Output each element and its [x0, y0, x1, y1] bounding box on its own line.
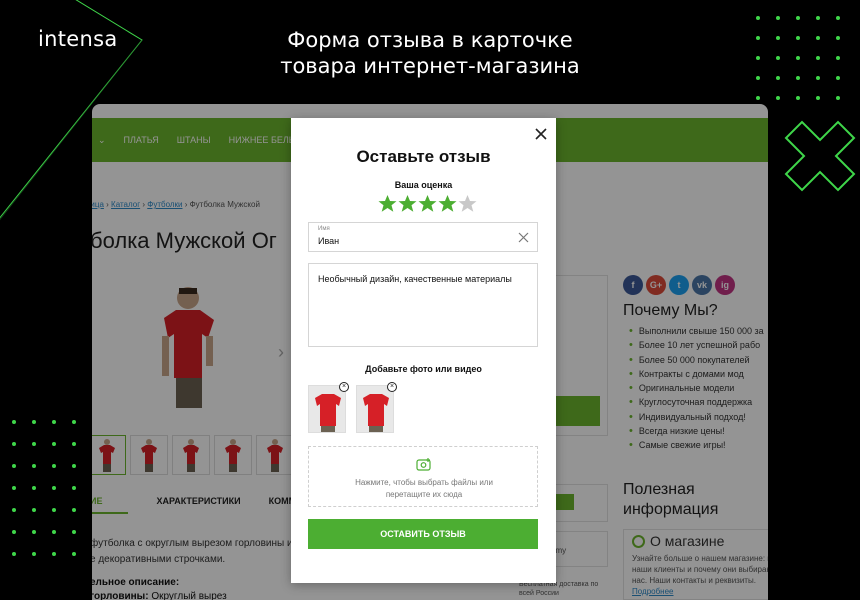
decor-dot	[52, 420, 56, 424]
review-modal: Оставьте отзыв Ваша оценка Имя Иван Необ…	[291, 118, 556, 583]
uploaded-photo-2: ×	[356, 382, 397, 433]
decor-dot	[72, 464, 76, 468]
decor-dot	[776, 76, 780, 80]
headline-line-1: Форма отзыва в карточке	[287, 28, 573, 52]
cross-decor-icon	[784, 120, 856, 192]
decor-dot	[836, 36, 840, 40]
decor-dot	[816, 16, 820, 20]
star-2-icon[interactable]	[398, 194, 417, 213]
decor-dot	[72, 530, 76, 534]
decor-dot	[12, 442, 16, 446]
decor-dot	[776, 56, 780, 60]
decor-dot	[52, 530, 56, 534]
decor-dot	[72, 552, 76, 556]
tshirt-photo-2	[363, 394, 389, 432]
decor-dot	[72, 486, 76, 490]
modal-title: Оставьте отзыв	[356, 147, 491, 166]
decor-dot	[796, 96, 800, 100]
rating-label: Ваша оценка	[394, 180, 453, 190]
decor-dot	[816, 96, 820, 100]
decor-dot	[776, 36, 780, 40]
submit-review-button[interactable]: ОСТАВИТЬ ОТЗЫВ	[308, 519, 538, 549]
rating-stars	[378, 194, 477, 213]
file-drop-zone[interactable]: Нажмите, чтобы выбрать файлы или перетащ…	[308, 446, 538, 507]
decor-dot	[52, 508, 56, 512]
add-photo-icon	[416, 458, 431, 471]
decor-dot	[796, 76, 800, 80]
decor-dot	[836, 76, 840, 80]
close-icon[interactable]	[534, 127, 548, 141]
decor-dot	[836, 56, 840, 60]
decor-dot	[52, 486, 56, 490]
remove-photo-2-icon[interactable]: ×	[387, 382, 397, 392]
decor-dot	[12, 552, 16, 556]
decor-dot	[836, 16, 840, 20]
decor-dot	[72, 420, 76, 424]
decor-dot	[756, 16, 760, 20]
remove-photo-1-icon[interactable]: ×	[339, 382, 349, 392]
decor-dot	[816, 36, 820, 40]
decor-dot	[796, 56, 800, 60]
drop-text-line-1: Нажмите, чтобы выбрать файлы или	[355, 478, 493, 487]
drop-zone-text: Нажмите, чтобы выбрать файлы или перетащ…	[309, 477, 539, 501]
name-field[interactable]: Имя Иван	[308, 222, 538, 252]
review-textarea[interactable]: Необычный дизайн, качественные материалы	[308, 263, 538, 347]
add-media-label: Добавьте фото или видео	[365, 364, 482, 374]
decor-dot	[32, 464, 36, 468]
decor-dot	[816, 76, 820, 80]
drop-text-line-2: перетащите их сюда	[385, 490, 463, 499]
name-field-label: Имя	[318, 226, 330, 232]
decor-dot	[12, 508, 16, 512]
headline-line-2: товара интернет-магазина	[280, 54, 580, 78]
decor-dot	[836, 96, 840, 100]
name-field-value[interactable]: Иван	[318, 236, 339, 246]
decor-dot	[816, 56, 820, 60]
decor-dot	[12, 486, 16, 490]
decor-dot	[756, 36, 760, 40]
decor-dot	[32, 442, 36, 446]
star-3-icon[interactable]	[418, 194, 437, 213]
brand-logo: intensa	[38, 27, 118, 51]
decor-dot	[12, 464, 16, 468]
decor-dot	[52, 552, 56, 556]
decor-dot	[12, 530, 16, 534]
decor-dot	[52, 464, 56, 468]
decor-dot	[72, 442, 76, 446]
decor-dot	[776, 16, 780, 20]
decor-dot	[756, 96, 760, 100]
star-5-icon[interactable]	[458, 194, 477, 213]
decor-dot	[796, 36, 800, 40]
decor-dot	[756, 76, 760, 80]
uploaded-photo-1: ×	[308, 382, 349, 433]
decor-dot	[72, 508, 76, 512]
clear-icon[interactable]	[518, 232, 529, 243]
decor-dot	[12, 420, 16, 424]
decor-dot	[32, 508, 36, 512]
headline: Форма отзыва в карточке товара интернет-…	[220, 27, 640, 79]
decor-dot	[52, 442, 56, 446]
decor-dot	[776, 96, 780, 100]
star-1-icon[interactable]	[378, 194, 397, 213]
decor-dot	[32, 486, 36, 490]
star-4-icon[interactable]	[438, 194, 457, 213]
decor-dot	[756, 56, 760, 60]
tshirt-photo-1	[315, 394, 341, 432]
decor-dot	[32, 530, 36, 534]
decor-dot	[32, 420, 36, 424]
decor-dot	[796, 16, 800, 20]
decor-dot	[32, 552, 36, 556]
